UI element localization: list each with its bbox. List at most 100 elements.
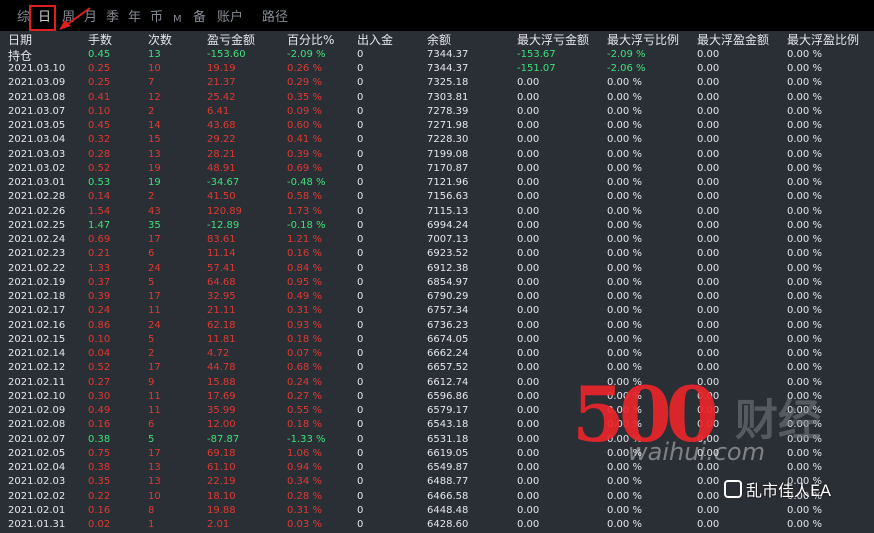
cell-lots: 0.25: [88, 63, 111, 74]
table-row[interactable]: 2021.03.05 0.45 14 43.68 0.60 % 0 7271.98 0.00 0…: [0, 120, 874, 134]
cell-balance: 6531.18: [427, 433, 469, 445]
table-row[interactable]: 2021.03.04 0.32 15 29.22 0.41 % 0 7228.30 0.00 0…: [0, 134, 874, 148]
cell-max-float-loss-ratio: 0.00 %: [607, 91, 642, 103]
table-row[interactable]: 2021.03.10 0.25 10 19.19 0.26 % 0 7344.37 -151.…: [0, 63, 874, 77]
cell-max-float-loss-amount: 0.00: [517, 390, 540, 402]
cell-count: 24: [148, 319, 161, 331]
cell-count: 17: [148, 234, 161, 245]
cell-max-float-loss-ratio: 0.00 %: [607, 276, 642, 288]
cell-lots: 0.25: [88, 77, 111, 89]
cell-count: 8: [148, 504, 155, 516]
summary-row[interactable]: 0.45 13 -153.60 -2.09 % 0 7344.37 -153.67 -2.09…: [0, 49, 874, 63]
table-row[interactable]: 2021.02.14 0.04 2 4.72 0.07 % 0 6662.24 0.00 0.0…: [0, 348, 874, 362]
cell-max-float-loss-amount: 0.00: [517, 248, 540, 260]
cell-max-float-loss-ratio: 0.00 %: [607, 205, 642, 217]
cell-percent: 0.49 %: [287, 291, 322, 302]
cell-balance: 7325.18: [427, 77, 469, 89]
cell-date: 2021.02.05: [8, 447, 66, 459]
table-row[interactable]: 2021.02.15 0.10 5 11.81 0.18 % 0 6674.05 0.00 0.…: [0, 334, 874, 348]
cell-deposit: 0: [357, 519, 364, 530]
cell-percent: 0.07 %: [287, 348, 322, 359]
cell-max-float-profit-amount: 0.00: [697, 177, 720, 188]
cell-lots: 0.32: [88, 134, 111, 146]
cell-pnl: 21.11: [207, 305, 236, 317]
cell-max-float-profit-amount: 0.00: [697, 49, 720, 60]
table-row[interactable]: 2021.02.16 0.86 24 62.18 0.93 % 0 6736.23 0.00 0…: [0, 320, 874, 334]
cell-pnl: 57.41: [207, 262, 236, 274]
table-row[interactable]: 2021.03.07 0.10 2 6.41 0.09 % 0 7278.39 0.00 0.0…: [0, 106, 874, 120]
cell-lots: 0.53: [88, 177, 111, 188]
table-row[interactable]: 2021.02.18 0.39 17 32.95 0.49 % 0 6790.29 0.00 0…: [0, 291, 874, 305]
cell-balance: 6657.52: [427, 362, 469, 374]
cell-pnl: 41.50: [207, 191, 236, 203]
cell-max-float-profit-ratio: 0.00 %: [787, 262, 822, 274]
cell-lots: 0.49: [88, 405, 111, 416]
cell-pnl: 17.69: [207, 390, 236, 402]
cell-max-float-profit-amount: 0.00: [697, 490, 720, 502]
cell-date: 2021.03.05: [8, 120, 66, 131]
cell-date: 2021.02.08: [8, 419, 66, 431]
cell-pnl: 35.99: [207, 405, 236, 416]
cell-percent: 0.03 %: [287, 519, 322, 530]
cell-balance: 6543.18: [427, 419, 469, 431]
cell-lots: 0.21: [88, 248, 111, 260]
table-row[interactable]: 2021.03.02 0.52 19 48.91 0.69 % 0 7170.87 0.00 0…: [0, 163, 874, 177]
cell-max-float-loss-amount: 0.00: [517, 276, 540, 288]
cell-count: 11: [148, 390, 161, 402]
cell-pnl: 15.88: [207, 376, 236, 388]
cell-deposit: 0: [357, 376, 364, 388]
table-row[interactable]: 2021.02.12 0.52 17 44.78 0.68 % 0 6657.52 0.00 0…: [0, 362, 874, 376]
cell-pnl: 120.89: [207, 205, 242, 217]
cell-pnl: 44.78: [207, 362, 236, 374]
table-row[interactable]: 2021.02.24 0.69 17 83.61 1.21 % 0 7007.13 0.00 0…: [0, 234, 874, 248]
cell-balance: 7115.13: [427, 205, 469, 217]
cell-max-float-loss-amount: 0.00: [517, 476, 540, 488]
cell-lots: 1.33: [88, 262, 111, 274]
cell-percent: 0.68 %: [287, 362, 322, 374]
cell-max-float-loss-amount: 0.00: [517, 148, 540, 160]
cell-max-float-loss-amount: 0.00: [517, 219, 540, 231]
table-row[interactable]: 2021.03.03 0.28 13 28.21 0.39 % 0 7199.08 0.00 0…: [0, 149, 874, 163]
cell-balance: 6854.97: [427, 276, 469, 288]
cell-balance: 6466.58: [427, 490, 469, 502]
table-row[interactable]: 2021.02.25 1.47 35 -12.89 -0.18 % 0 6994.24 0.0…: [0, 220, 874, 234]
cell-count: 2: [148, 348, 155, 359]
cell-deposit: 0: [357, 248, 364, 260]
cell-percent: 0.31 %: [287, 305, 322, 317]
cell-max-float-loss-amount: 0.00: [517, 333, 540, 345]
cell-max-float-loss-amount: 0.00: [517, 433, 540, 445]
cell-max-float-profit-ratio: 0.00 %: [787, 519, 822, 530]
user-logo-icon: [724, 480, 742, 498]
cell-max-float-loss-ratio: 0.00 %: [607, 248, 642, 260]
cell-max-float-loss-ratio: 0.00 %: [607, 519, 642, 530]
table-row[interactable]: 2021.02.17 0.24 11 21.11 0.31 % 0 6757.34 0.00 0…: [0, 305, 874, 319]
table-row[interactable]: 2021.03.09 0.25 7 21.37 0.29 % 0 7325.18 0.00 0.…: [0, 77, 874, 91]
cell-percent: 0.26 %: [287, 63, 322, 74]
table-row[interactable]: 2021.02.22 1.33 24 57.41 0.84 % 0 6912.38 0.00 0…: [0, 263, 874, 277]
cell-max-float-profit-amount: 0.00: [697, 305, 720, 317]
cell-max-float-loss-amount: 0.00: [517, 105, 540, 117]
cell-pnl: 61.10: [207, 462, 236, 473]
table-row[interactable]: 2021.02.19 0.37 5 64.68 0.95 % 0 6854.97 0.00 0.…: [0, 277, 874, 291]
cell-lots: 0.37: [88, 276, 111, 288]
cell-pnl: 32.95: [207, 291, 236, 302]
cell-percent: 0.55 %: [287, 405, 322, 416]
table-row[interactable]: 2021.01.31 0.02 1 2.01 0.03 % 0 6428.60 0.00 0.0…: [0, 519, 874, 533]
table-row[interactable]: 2021.02.23 0.21 6 11.14 0.16 % 0 6923.52 0.00 0.…: [0, 248, 874, 262]
cell-pnl: 22.19: [207, 476, 236, 488]
table-row[interactable]: 2021.02.28 0.14 2 41.50 0.58 % 0 7156.63 0.00 0.…: [0, 191, 874, 205]
cell-count: 9: [148, 376, 155, 388]
cell-deposit: 0: [357, 305, 364, 317]
cell-count: 24: [148, 262, 161, 274]
cell-balance: 7121.96: [427, 177, 469, 188]
cell-pnl: -153.60: [207, 49, 246, 60]
table-row[interactable]: 2021.02.26 1.54 43 120.89 1.73 % 0 7115.13 0.00…: [0, 206, 874, 220]
cell-max-float-profit-amount: 0.00: [697, 262, 720, 274]
cell-pnl: 69.18: [207, 447, 236, 459]
cell-pnl: 12.00: [207, 419, 236, 431]
table-row[interactable]: 2021.03.01 0.53 19 -34.67 -0.48 % 0 7121.96 0.0…: [0, 177, 874, 191]
table-row[interactable]: 2021.02.01 0.16 8 19.88 0.31 % 0 6448.48 0.00 0.…: [0, 505, 874, 519]
cell-pnl: -12.89: [207, 219, 240, 231]
cell-max-float-profit-amount: 0.00: [697, 91, 720, 103]
table-row[interactable]: 2021.03.08 0.41 12 25.42 0.35 % 0 7303.81 0.00 0…: [0, 92, 874, 106]
